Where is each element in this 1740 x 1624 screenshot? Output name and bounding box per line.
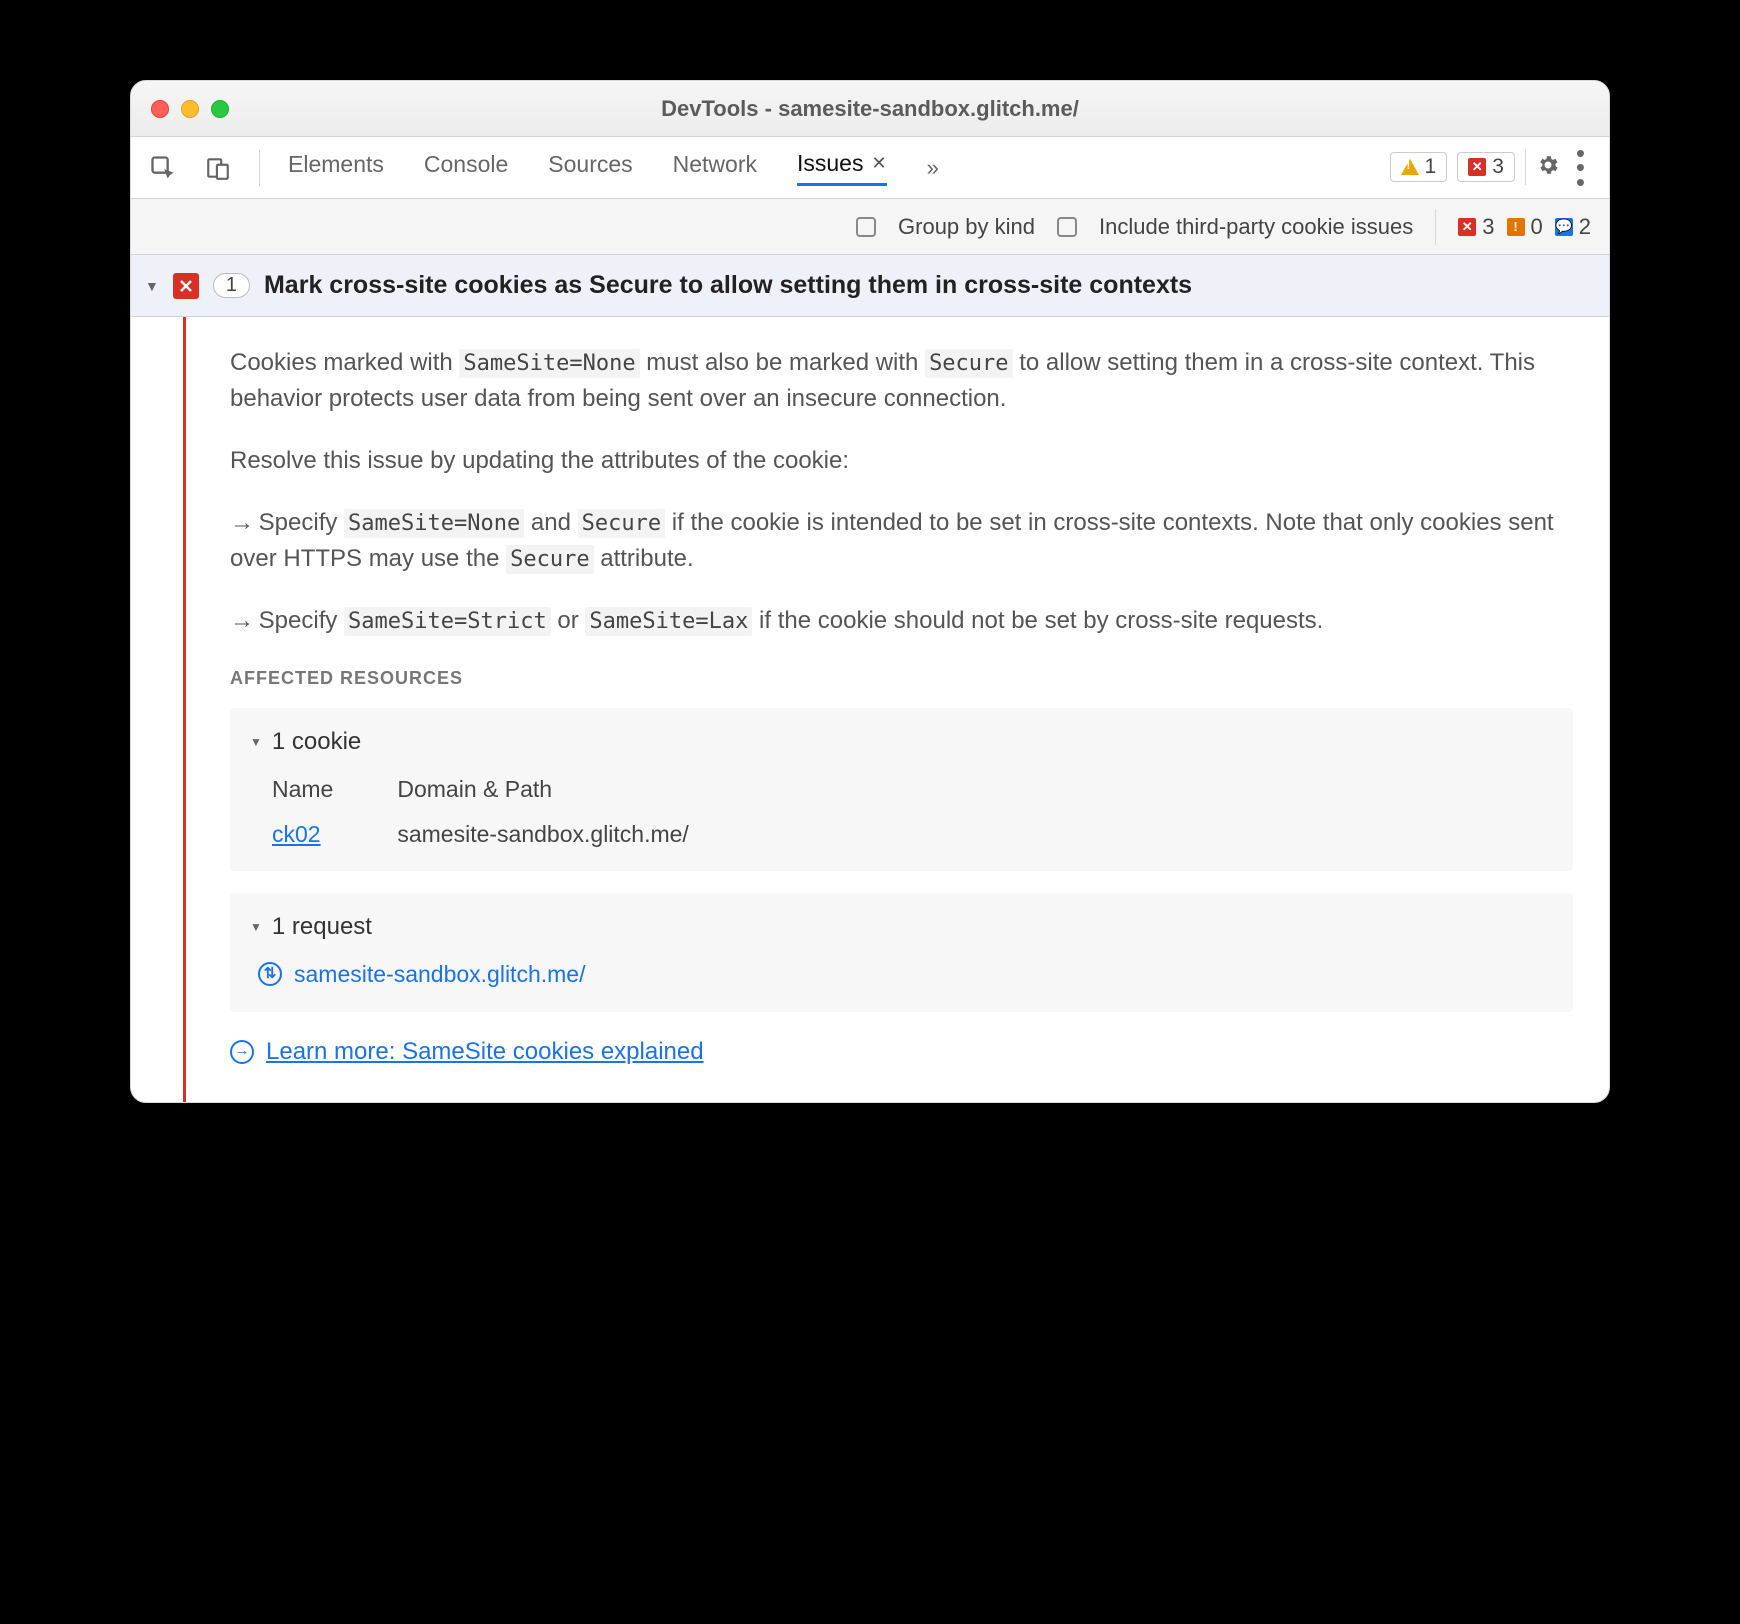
device-toolbar-icon[interactable] [205, 155, 231, 181]
group-by-kind-label: Group by kind [898, 214, 1035, 240]
toolbar-divider [1525, 149, 1526, 185]
tab-label: Console [424, 151, 508, 178]
devtools-toolbar: Elements Console Sources Network Issues … [131, 137, 1609, 199]
external-link-icon: → [230, 1040, 254, 1064]
info-count[interactable]: 💬2 [1555, 214, 1591, 240]
warning-icon: ! [1507, 218, 1525, 236]
devtools-window: DevTools - samesite-sandbox.glitch.me/ E… [130, 80, 1610, 1103]
arrow-icon: → [230, 603, 252, 639]
code: SameSite=Lax [585, 607, 752, 636]
tab-label: Elements [288, 151, 384, 178]
arrow-icon: → [230, 505, 252, 541]
close-tab-icon[interactable]: ✕ [871, 153, 886, 174]
tab-console[interactable]: Console [424, 151, 508, 184]
code: Secure [925, 349, 1012, 378]
expand-caret-icon[interactable]: ▼ [250, 733, 262, 751]
cookie-domain-value: samesite-sandbox.glitch.me/ [397, 817, 688, 852]
warnings-badge[interactable]: 1 [1390, 152, 1448, 182]
issues-filter-bar: Group by kind Include third-party cookie… [131, 199, 1609, 255]
tab-sources[interactable]: Sources [548, 151, 632, 184]
warnings-count: 1 [1425, 155, 1437, 179]
errors-badge[interactable]: ✕ 3 [1457, 152, 1515, 182]
affected-cookies-card: ▼ 1 cookie Name ck02 Domain & Path sames… [230, 708, 1573, 871]
warning-count[interactable]: !0 [1507, 214, 1543, 240]
error-icon: ✕ [1468, 158, 1486, 176]
third-party-checkbox[interactable] [1057, 217, 1077, 237]
tab-label: Network [673, 151, 757, 178]
column-domain-header: Domain & Path [397, 772, 688, 807]
issue-description-2: Resolve this issue by updating the attri… [230, 443, 1573, 479]
expand-caret-icon[interactable]: ▼ [145, 278, 159, 294]
toolbar-divider [1435, 209, 1436, 245]
network-request-icon: ⇅ [258, 962, 282, 986]
cookie-name-link[interactable]: ck02 [272, 817, 333, 852]
issue-occurrence-count: 1 [213, 273, 250, 298]
tab-network[interactable]: Network [673, 151, 757, 184]
code: SameSite=Strict [344, 607, 551, 636]
panel-tabs: Elements Console Sources Network Issues … [288, 150, 939, 186]
error-icon [173, 273, 199, 299]
column-name-header: Name [272, 772, 333, 807]
error-count[interactable]: ✕3 [1458, 214, 1494, 240]
error-icon: ✕ [1458, 218, 1476, 236]
tab-label: Sources [548, 151, 632, 178]
requests-header[interactable]: ▼ 1 request [250, 909, 1553, 945]
tab-elements[interactable]: Elements [288, 151, 384, 184]
issue-body: Cookies marked with SameSite=None must a… [131, 317, 1609, 1102]
titlebar: DevTools - samesite-sandbox.glitch.me/ [131, 81, 1609, 137]
affected-resources-label: AFFECTED RESOURCES [230, 665, 1573, 692]
more-options-icon[interactable]: ••• [1570, 148, 1591, 187]
tab-issues[interactable]: Issues ✕ [797, 150, 887, 186]
more-tabs-icon[interactable]: » [927, 155, 939, 181]
issue-bullet-2: → Specify SameSite=Strict or SameSite=La… [230, 603, 1573, 639]
request-link[interactable]: samesite-sandbox.glitch.me/ [294, 957, 585, 992]
info-icon: 💬 [1555, 218, 1573, 236]
code: Secure [578, 509, 665, 538]
affected-requests-card: ▼ 1 request ⇅ samesite-sandbox.glitch.me… [230, 893, 1573, 1012]
issue-description-1: Cookies marked with SameSite=None must a… [230, 345, 1573, 417]
code: SameSite=None [344, 509, 524, 538]
toolbar-divider [259, 150, 260, 186]
issue-kind-counts: ✕3 !0 💬2 [1458, 214, 1591, 240]
window-title: DevTools - samesite-sandbox.glitch.me/ [131, 96, 1609, 122]
warning-icon [1401, 159, 1419, 175]
code: Secure [506, 545, 593, 574]
third-party-label: Include third-party cookie issues [1099, 214, 1413, 240]
cookies-header[interactable]: ▼ 1 cookie [250, 724, 1553, 760]
group-by-kind-checkbox[interactable] [856, 217, 876, 237]
expand-caret-icon[interactable]: ▼ [250, 918, 262, 936]
issue-bullet-1: → Specify SameSite=None and Secure if th… [230, 505, 1573, 577]
settings-gear-icon[interactable] [1536, 153, 1560, 182]
inspect-element-icon[interactable] [149, 154, 177, 182]
errors-count: 3 [1492, 155, 1504, 179]
code: SameSite=None [459, 349, 639, 378]
tab-label: Issues [797, 150, 863, 177]
learn-more-link[interactable]: Learn more: SameSite cookies explained [266, 1034, 704, 1070]
issue-title: Mark cross-site cookies as Secure to all… [264, 271, 1192, 300]
issue-header[interactable]: ▼ 1 Mark cross-site cookies as Secure to… [131, 255, 1609, 317]
learn-more-row: → Learn more: SameSite cookies explained [230, 1034, 1573, 1070]
